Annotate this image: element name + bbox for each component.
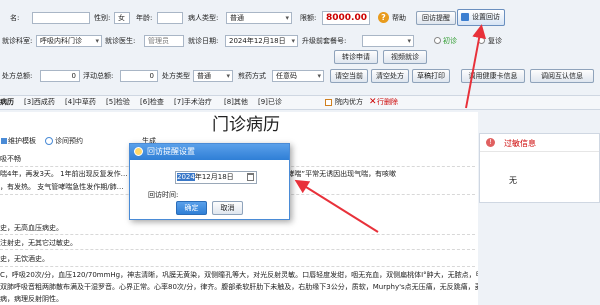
annotation-arrows [294,24,487,233]
arrow-to-settings [465,24,487,109]
arrow-to-dialog [294,179,379,233]
